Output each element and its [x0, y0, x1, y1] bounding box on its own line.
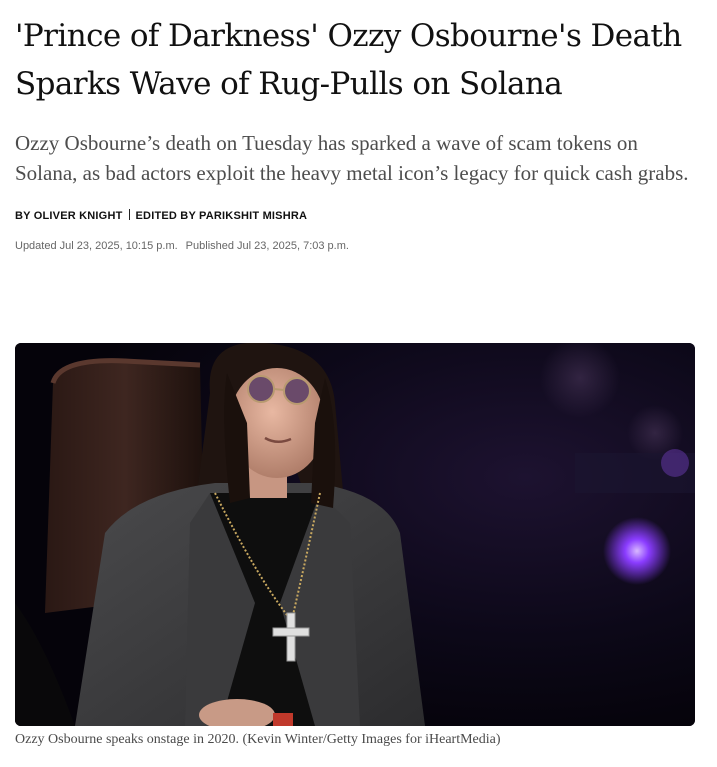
author-link[interactable]: BY OLIVER KNIGHT	[15, 210, 123, 222]
byline-divider	[128, 209, 130, 220]
published-date: Published Jul 23, 2025, 7:03 p.m.	[185, 240, 349, 252]
article-hero-image	[15, 343, 695, 726]
image-caption: Ozzy Osbourne speaks onstage in 2020. (K…	[15, 732, 501, 747]
stage-photo-illustration	[15, 343, 695, 726]
byline: BY OLIVER KNIGHT EDITED BY PARIKSHIT MISH…	[15, 209, 705, 223]
article-dek: Ozzy Osbourne’s death on Tuesday has spa…	[15, 131, 689, 185]
article-dates: Updated Jul 23, 2025, 10:15 p.m. Publishe…	[15, 239, 705, 253]
article-headline: 'Prince of Darkness' Ozzy Osbourne's Dea…	[15, 18, 682, 102]
editor-link[interactable]: EDITED BY PARIKSHIT MISHRA	[136, 210, 308, 222]
updated-date: Updated Jul 23, 2025, 10:15 p.m.	[15, 240, 178, 252]
article: 'Prince of Darkness' Ozzy Osbourne's Dea…	[15, 0, 705, 747]
